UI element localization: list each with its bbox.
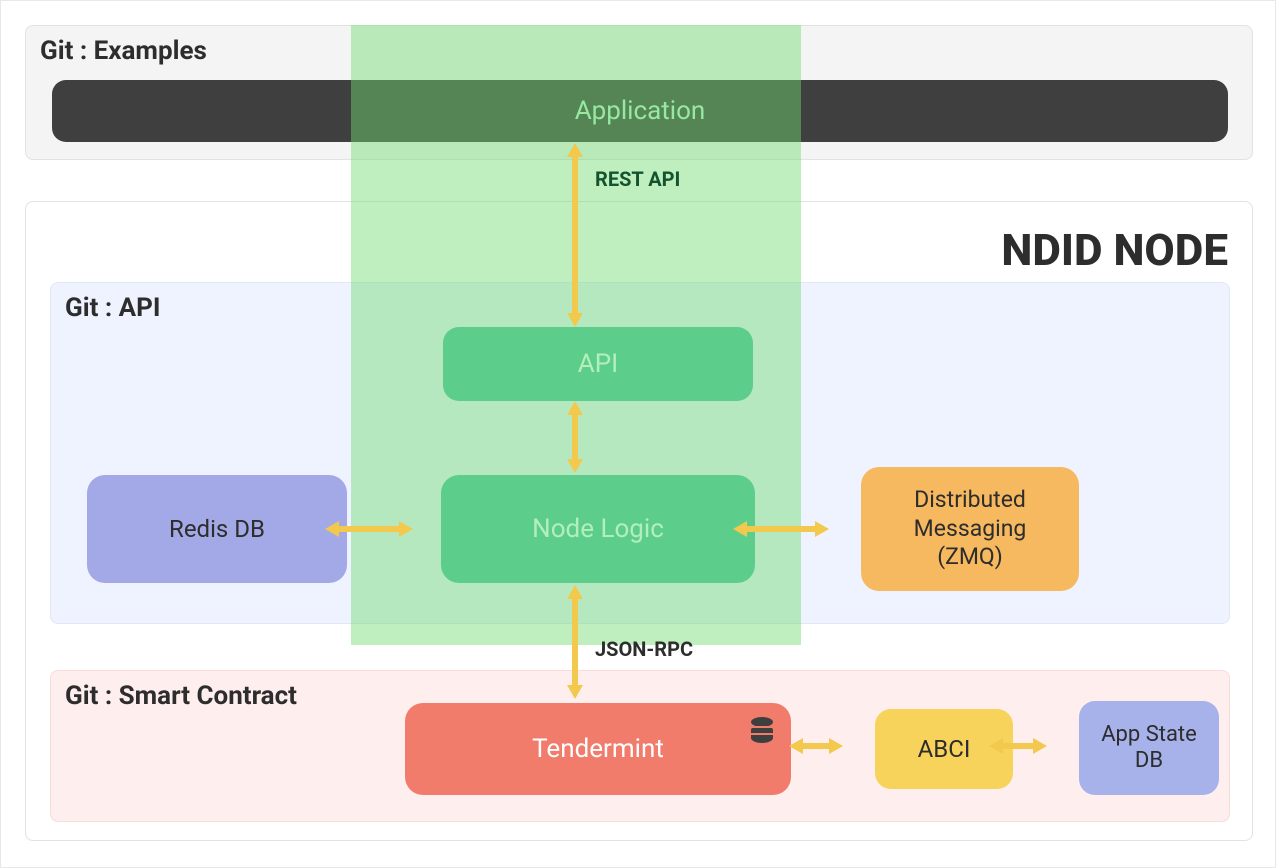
box-distributed-l2: Messaging (914, 515, 1027, 544)
box-distributed-l1: Distributed (914, 486, 1026, 515)
arrow-app-api (572, 155, 578, 315)
label-rest-api: REST API (595, 167, 680, 191)
arrow-tend-abci (801, 743, 831, 749)
arrow-redis-logic-head-right (399, 521, 413, 537)
box-appstate: App State DB (1079, 701, 1219, 795)
panel-ndid-title: NDID NODE (1001, 224, 1228, 276)
arrow-app-api-head-down (567, 313, 583, 327)
panel-smart: Git : Smart Contract Tendermint ABCI App… (50, 670, 1230, 822)
panel-examples-title: Git : Examples (40, 36, 207, 66)
arrow-redis-logic-head-left (325, 521, 339, 537)
arrow-abci-appstate (1001, 743, 1035, 749)
box-redis: Redis DB (87, 475, 347, 583)
box-abci-label: ABCI (918, 735, 971, 763)
box-tendermint: Tendermint (405, 703, 791, 795)
arrow-logic-tendermint (572, 597, 578, 687)
box-distributed-l3: (ZMQ) (937, 543, 1003, 572)
arrow-abci-appstate-head-left (989, 738, 1003, 754)
box-redis-label: Redis DB (169, 515, 265, 543)
arrow-app-api-head-up (567, 143, 583, 157)
panel-smart-title: Git : Smart Contract (65, 681, 297, 711)
arrow-abci-appstate-head-right (1033, 738, 1047, 754)
arrow-api-logic-head-down (567, 459, 583, 473)
arrow-logic-dist-head-left (733, 521, 747, 537)
diagram-canvas: Git : Examples Application NDID NODE Git… (0, 0, 1276, 868)
green-overlay (351, 25, 801, 645)
arrow-api-logic-head-up (567, 401, 583, 415)
arrow-logic-dist-head-right (815, 521, 829, 537)
arrow-logic-tendermint-head-up (567, 585, 583, 599)
database-icon (751, 717, 773, 743)
box-tendermint-label: Tendermint (532, 734, 664, 764)
arrow-logic-dist (745, 526, 817, 532)
arrow-redis-logic (337, 526, 401, 532)
box-distributed: Distributed Messaging (ZMQ) (861, 467, 1079, 591)
box-appstate-l2: DB (1135, 748, 1163, 774)
arrow-logic-tendermint-head-down (567, 685, 583, 699)
label-json-rpc: JSON-RPC (595, 637, 693, 661)
box-appstate-l1: App State (1101, 722, 1197, 748)
arrow-tend-abci-head-left (789, 738, 803, 754)
arrow-api-logic (572, 413, 578, 461)
panel-api-title: Git : API (65, 293, 160, 323)
arrow-tend-abci-head-right (829, 738, 843, 754)
